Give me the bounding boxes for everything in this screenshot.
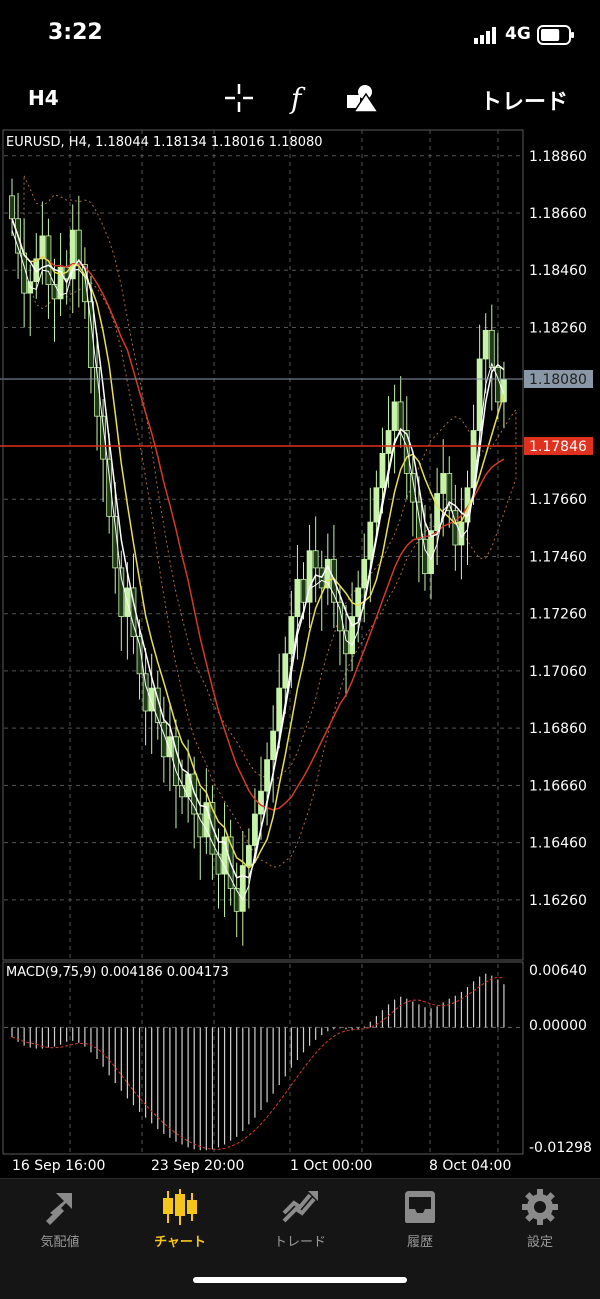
trade-icon <box>282 1191 318 1223</box>
price-tick: 1.17260 <box>529 607 587 623</box>
network-label: 4G <box>505 24 531 44</box>
tab-label: チャート <box>154 1235 206 1250</box>
svg-text:f: f <box>289 82 306 115</box>
history-icon <box>405 1191 435 1223</box>
tab-quotes[interactable]: 気配値 <box>0 1187 120 1257</box>
candle-body <box>385 430 392 454</box>
candle-body <box>488 329 495 368</box>
chart-icon <box>163 1189 197 1225</box>
candle-body <box>288 616 295 655</box>
current-price-label: 1.18080 <box>529 372 587 388</box>
candle-body <box>312 550 319 569</box>
tab-label: トレード <box>273 1235 326 1250</box>
price-tick: 1.18660 <box>529 206 587 222</box>
candle-body <box>282 653 289 689</box>
level-price-label: 1.17846 <box>529 439 587 455</box>
candle-body <box>422 538 428 575</box>
candle-body <box>300 578 307 603</box>
objects-icon[interactable] <box>344 82 380 114</box>
tab-chart[interactable]: チャート <box>120 1187 240 1257</box>
candle-body <box>391 401 398 431</box>
price-tick: 1.16860 <box>529 721 587 737</box>
crosshair-icon[interactable] <box>223 82 255 114</box>
chart-toolbar: H4 f トレード <box>0 72 600 128</box>
tab-label: 気配値 <box>40 1235 80 1250</box>
timeframe-button[interactable]: H4 <box>28 86 59 110</box>
tab-label: 履歴 <box>406 1235 433 1250</box>
candle-body <box>367 521 374 560</box>
price-tick: 1.18260 <box>529 320 587 336</box>
candle-body <box>440 473 447 494</box>
candle-body <box>294 578 301 617</box>
price-chart[interactable]: EURUSD, H4, 1.18044 1.18134 1.18016 1.18… <box>0 128 600 1178</box>
function-icon[interactable]: f <box>285 82 315 116</box>
candle-body <box>142 673 149 712</box>
tab-label: 設定 <box>526 1235 553 1250</box>
candle-body <box>215 853 222 875</box>
quotes-icon <box>46 1193 72 1225</box>
candle-body <box>233 888 240 912</box>
price-tick: 1.16660 <box>529 778 587 794</box>
tab-trade[interactable]: トレード <box>240 1187 360 1257</box>
time-label-1: 16 Sep 16:00 <box>12 1158 105 1174</box>
candle-body <box>245 845 252 866</box>
time-label-2: 23 Sep 20:00 <box>151 1158 244 1174</box>
symbol-header: EURUSD, H4, 1.18044 1.18134 1.18016 1.18… <box>6 135 323 150</box>
price-tick: 1.17660 <box>529 492 587 508</box>
price-tick: 1.16260 <box>529 893 587 909</box>
candle-body <box>270 730 277 761</box>
signal-icon <box>474 27 496 44</box>
price-tick: 1.18460 <box>529 263 587 279</box>
settings-icon <box>522 1189 558 1225</box>
time-label-4: 8 Oct 04:00 <box>429 1158 511 1174</box>
time-label-3: 1 Oct 00:00 <box>290 1158 372 1174</box>
candle-body <box>355 587 362 617</box>
status-time: 3:22 <box>48 20 103 45</box>
price-tick: 1.18860 <box>529 149 587 165</box>
candle-body <box>482 329 489 360</box>
candle-body <box>264 759 270 792</box>
price-tick: 1.17060 <box>529 664 587 680</box>
candle-body <box>9 195 15 220</box>
macd-tick-max: 0.00640 <box>529 963 587 979</box>
battery-icon <box>537 25 574 45</box>
candle-body <box>397 401 404 431</box>
tab-history[interactable]: 履歴 <box>360 1187 480 1257</box>
macd-tick-min: -0.01298 <box>529 1140 592 1156</box>
price-tick: 1.16460 <box>529 836 587 852</box>
price-tick: 1.17460 <box>529 549 587 565</box>
candle-body <box>252 813 258 846</box>
candle-body <box>39 235 46 260</box>
tab-settings[interactable]: 設定 <box>480 1187 600 1257</box>
candle-body <box>379 453 386 489</box>
status-bar: 3:22 4G <box>0 0 600 72</box>
macd-frame <box>2 961 524 1155</box>
macd-tick-zero: 0.00000 <box>529 1018 587 1034</box>
candle-body <box>434 493 441 532</box>
candle-body <box>361 558 368 589</box>
candle-body <box>373 487 380 523</box>
candle-body <box>239 865 246 912</box>
candle-body <box>197 813 204 838</box>
macd-label: MACD(9,75,9) 0.004186 0.004173 <box>6 965 229 980</box>
trade-button[interactable]: トレード <box>480 84 568 116</box>
home-indicator <box>193 1277 407 1283</box>
